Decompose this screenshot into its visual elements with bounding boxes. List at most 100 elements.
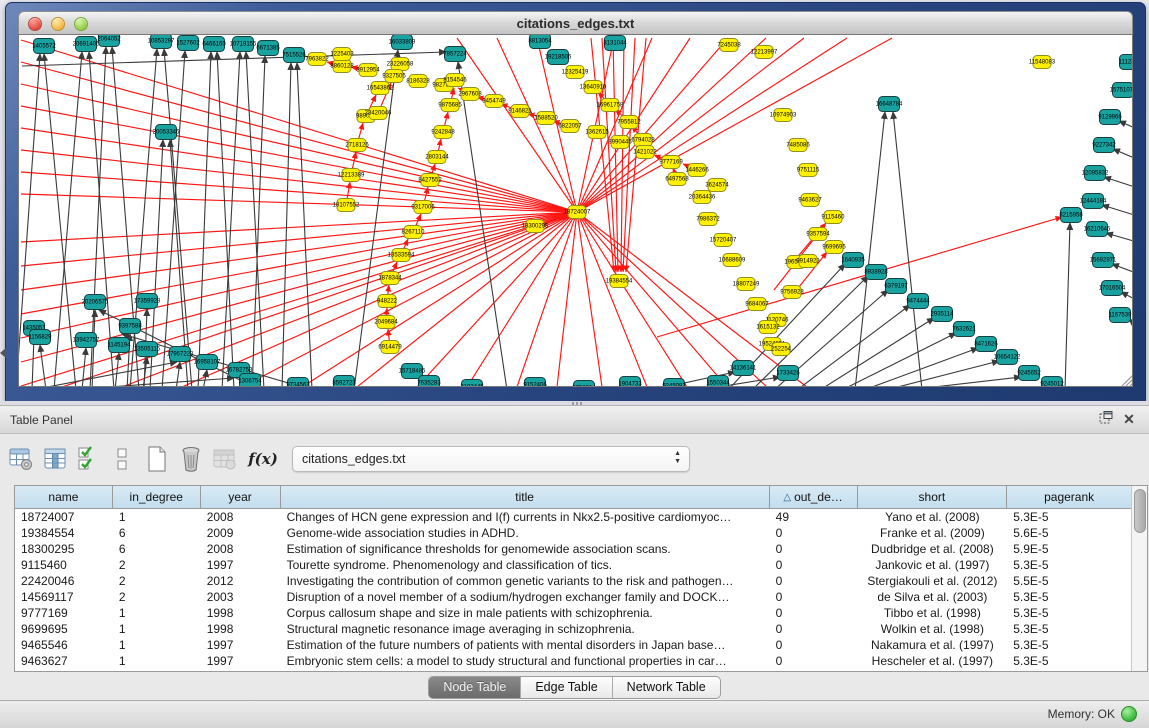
graph-node[interactable]: 7245038 <box>717 39 741 52</box>
table-cell[interactable]: 2003 <box>201 589 281 605</box>
citation-edge[interactable] <box>1132 94 1133 104</box>
citation-edge[interactable] <box>577 212 727 387</box>
graph-node[interactable]: 1550344 <box>706 376 730 388</box>
memory-ok-led-icon[interactable] <box>1121 706 1137 722</box>
graph-node[interactable]: 11548083 <box>1029 56 1056 69</box>
graph-node[interactable]: 9875685 <box>438 99 462 112</box>
graph-node[interactable]: 12444184 <box>1080 194 1107 209</box>
column-header-year[interactable]: year <box>201 486 281 508</box>
table-cell[interactable]: Structural magnetic resonance image aver… <box>281 621 770 637</box>
graph-node[interactable]: 2803144 <box>425 151 449 164</box>
table-row[interactable]: 1938455462009Genome-wide association stu… <box>15 525 1132 541</box>
column-visibility-button[interactable] <box>42 446 68 472</box>
citation-edge[interactable] <box>1102 205 1133 218</box>
graph-node[interactable]: 1904733 <box>618 377 642 388</box>
graph-node[interactable]: 9245083 <box>662 379 686 388</box>
citation-edge[interactable] <box>22 52 446 66</box>
graph-node[interactable]: 9227342 <box>1092 138 1116 153</box>
graph-node[interactable]: 1733426 <box>776 366 800 381</box>
graph-node[interactable]: 19218506 <box>545 50 572 65</box>
graph-node[interactable]: 1405572 <box>32 39 56 54</box>
table-cell[interactable]: 1997 <box>201 653 281 669</box>
table-cell[interactable]: Jankovic et al. (1997) <box>858 557 1008 573</box>
tab-network-table[interactable]: Network Table <box>613 677 720 698</box>
citation-edge[interactable] <box>577 212 687 387</box>
citation-edge[interactable] <box>797 305 910 387</box>
citation-edge[interactable] <box>1112 264 1133 276</box>
graph-node[interactable]: 7515526 <box>282 48 306 63</box>
graph-node[interactable]: 9327505 <box>382 70 406 83</box>
column-header-pagerank[interactable]: pagerank <box>1007 486 1132 508</box>
table-cell[interactable]: 2009 <box>201 525 281 541</box>
table-cell[interactable]: 14569117 <box>15 589 113 605</box>
citation-edge[interactable] <box>21 212 577 362</box>
graph-node[interactable]: 948222 <box>377 295 398 308</box>
table-cell[interactable]: Stergiakouli et al. (2012) <box>858 573 1008 589</box>
table-cell[interactable]: 5.3E-5 <box>1007 589 1132 605</box>
table-cell[interactable]: 9463627 <box>15 653 113 669</box>
graph-node[interactable]: 8186328 <box>406 75 430 88</box>
table-cell[interactable]: Tibbo et al. (1998) <box>858 605 1008 621</box>
graph-node[interactable]: 8215958 <box>1059 208 1083 223</box>
graph-node[interactable]: 6671385 <box>256 41 280 56</box>
graph-node[interactable]: 20053346 <box>153 125 180 140</box>
table-cell[interactable]: 1 <box>113 653 201 669</box>
graph-node[interactable]: 9397588 <box>118 319 142 334</box>
graph-node[interactable]: 1527602 <box>176 36 200 51</box>
citation-edge[interactable] <box>621 38 624 272</box>
table-cell[interactable]: 5.3E-5 <box>1007 621 1132 637</box>
table-cell[interactable]: 19384554 <box>15 525 113 541</box>
table-cell[interactable]: Corpus callosum shape and size in male p… <box>281 605 770 621</box>
graph-node[interactable]: 7986372 <box>696 213 720 226</box>
graph-node[interactable]: 8756214 <box>572 381 596 388</box>
table-cell[interactable]: 0 <box>770 573 858 589</box>
graph-node[interactable]: 16033809 <box>389 35 416 50</box>
table-cell[interactable]: 0 <box>770 557 858 573</box>
column-header-title[interactable]: title <box>281 486 770 508</box>
graph-node[interactable]: 2064052 <box>97 35 121 47</box>
graph-node[interactable]: 9245652 <box>1017 366 1041 381</box>
table-cell[interactable]: 0 <box>770 541 858 557</box>
graph-node[interactable]: 9152406 <box>523 378 547 388</box>
graph-node[interactable]: 1588520 <box>534 112 558 125</box>
graph-node[interactable]: 12325419 <box>562 66 589 79</box>
graph-node[interactable]: 6497568 <box>665 173 689 186</box>
table-vertical-scrollbar[interactable] <box>1131 486 1147 671</box>
citation-edge[interactable] <box>591 38 614 272</box>
function-builder-button[interactable]: f(x) <box>250 446 276 472</box>
graph-node[interactable]: 18807249 <box>733 278 760 291</box>
graph-node[interactable]: 9463627 <box>798 194 822 207</box>
graph-node[interactable]: 9242848 <box>431 126 455 139</box>
graph-node[interactable]: 1421022 <box>633 146 657 159</box>
network-file-combobox[interactable]: citations_edges.txt ▲▼ <box>292 446 690 472</box>
table-row[interactable]: 946554611997Estimation of the future num… <box>15 637 1132 653</box>
graph-node[interactable]: 17359928 <box>134 294 161 309</box>
graph-node[interactable]: 16543862 <box>367 82 394 95</box>
citation-edge[interactable] <box>21 40 577 212</box>
graph-node[interactable]: 2718126 <box>345 139 369 152</box>
column-header-in_degree[interactable]: in_degree <box>113 486 201 508</box>
graph-node[interactable]: 9684067 <box>745 298 769 311</box>
table-cell[interactable]: Disruption of a novel member of a sodium… <box>281 589 770 605</box>
column-header-name[interactable]: name <box>15 486 113 508</box>
table-cell[interactable]: Dudbridge et al. (2008) <box>858 541 1008 557</box>
table-cell[interactable]: Wolkin et al. (1998) <box>858 621 1008 637</box>
graph-node[interactable]: 1306754 <box>238 374 262 388</box>
graph-node[interactable]: 6822057 <box>558 120 582 133</box>
table-row[interactable]: 1830029562008Estimation of significance … <box>15 541 1132 557</box>
table-cell[interactable]: 2008 <box>201 541 281 557</box>
graph-node[interactable]: 16958107 <box>194 355 221 370</box>
graph-node[interactable]: 17016504 <box>1099 281 1126 296</box>
combobox-stepper-icon[interactable]: ▲▼ <box>674 450 681 466</box>
graph-node[interactable]: 6379197 <box>884 279 908 294</box>
citation-edge[interactable] <box>886 361 999 387</box>
table-cell[interactable]: 5.3E-5 <box>1007 653 1132 669</box>
citation-edge[interactable] <box>458 62 507 387</box>
graph-node[interactable]: 8938928 <box>864 265 888 280</box>
graph-node[interactable]: 1615132 <box>756 321 780 334</box>
delete-table-button[interactable] <box>212 446 238 472</box>
table-cell[interactable]: 0 <box>770 637 858 653</box>
table-cell[interactable]: 0 <box>770 525 858 541</box>
graph-node[interactable]: 8471626 <box>974 337 998 352</box>
table-row[interactable]: 2242004622012Investigating the contribut… <box>15 573 1132 589</box>
